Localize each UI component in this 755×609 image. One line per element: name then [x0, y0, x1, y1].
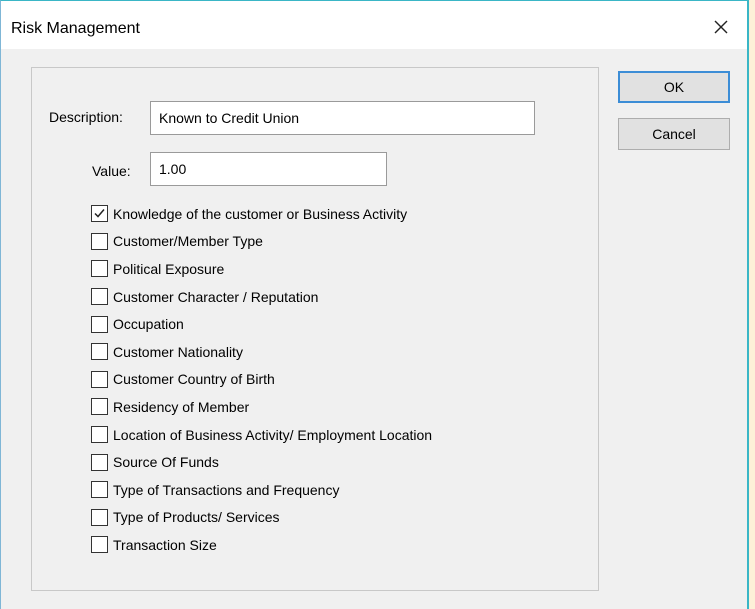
risk-management-dialog: Risk Management Description: Value: OK C…	[0, 0, 749, 609]
risk-factor-checkbox-row[interactable]: Transaction Size	[91, 531, 432, 559]
risk-factor-checklist: Knowledge of the customer or Business Ac…	[91, 200, 432, 559]
checkbox-label: Location of Business Activity/ Employmen…	[113, 426, 433, 443]
checkbox-label: Customer Country of Birth	[113, 371, 275, 388]
close-icon	[714, 20, 728, 34]
checkbox-label: Occupation	[113, 316, 184, 333]
checkbox[interactable]	[91, 398, 108, 416]
checkbox-label: Type of Products/ Services	[113, 509, 280, 526]
title-bar: Risk Management	[1, 1, 747, 49]
risk-factor-checkbox-row[interactable]: Occupation	[91, 310, 432, 338]
checkbox-label: Residency of Member	[113, 398, 250, 415]
risk-factor-checkbox-row[interactable]: Knowledge of the customer or Business Ac…	[91, 200, 432, 228]
checkbox[interactable]	[91, 315, 108, 333]
risk-factor-checkbox-row[interactable]: Political Exposure	[91, 255, 432, 283]
risk-factor-checkbox-row[interactable]: Customer Nationality	[91, 338, 432, 366]
checkbox[interactable]	[91, 370, 108, 388]
checkbox[interactable]	[91, 288, 108, 306]
risk-factor-checkbox-row[interactable]: Type of Products/ Services	[91, 504, 432, 532]
risk-factor-checkbox-row[interactable]: Type of Transactions and Frequency	[91, 476, 432, 504]
checkmark-icon	[94, 209, 105, 218]
checkbox[interactable]	[91, 536, 108, 554]
checkbox-label: Political Exposure	[113, 260, 225, 277]
risk-factor-checkbox-row[interactable]: Customer/Member Type	[91, 228, 432, 256]
checkbox-label: Customer Character / Reputation	[113, 288, 319, 305]
checkbox-label: Source Of Funds	[113, 454, 219, 471]
checkbox-label: Customer/Member Type	[113, 233, 263, 250]
window-title: Risk Management	[11, 20, 140, 37]
checkbox-label: Transaction Size	[113, 536, 217, 553]
checkbox[interactable]	[91, 343, 108, 361]
checkbox[interactable]	[91, 453, 108, 471]
cancel-button[interactable]: Cancel	[618, 118, 730, 150]
checkbox-label: Customer Nationality	[113, 343, 243, 360]
close-button[interactable]	[709, 15, 733, 39]
description-label: Description:	[49, 109, 123, 125]
risk-factor-checkbox-row[interactable]: Customer Character / Reputation	[91, 283, 432, 311]
checkbox[interactable]	[91, 232, 108, 250]
checkbox-label: Knowledge of the customer or Business Ac…	[113, 205, 408, 222]
checkbox[interactable]	[91, 260, 108, 278]
checkbox[interactable]	[91, 508, 108, 526]
description-input[interactable]	[150, 101, 535, 135]
checkbox[interactable]	[91, 205, 108, 223]
risk-factor-checkbox-row[interactable]: Source Of Funds	[91, 448, 432, 476]
risk-factor-checkbox-row[interactable]: Customer Country of Birth	[91, 366, 432, 394]
risk-factor-checkbox-row[interactable]: Residency of Member	[91, 393, 432, 421]
checkbox[interactable]	[91, 481, 108, 499]
ok-button[interactable]: OK	[618, 71, 730, 103]
value-input[interactable]	[150, 152, 387, 186]
checkbox[interactable]	[91, 426, 108, 444]
value-label: Value:	[92, 163, 131, 179]
risk-factor-checkbox-row[interactable]: Location of Business Activity/ Employmen…	[91, 421, 432, 449]
checkbox-label: Type of Transactions and Frequency	[113, 481, 340, 498]
